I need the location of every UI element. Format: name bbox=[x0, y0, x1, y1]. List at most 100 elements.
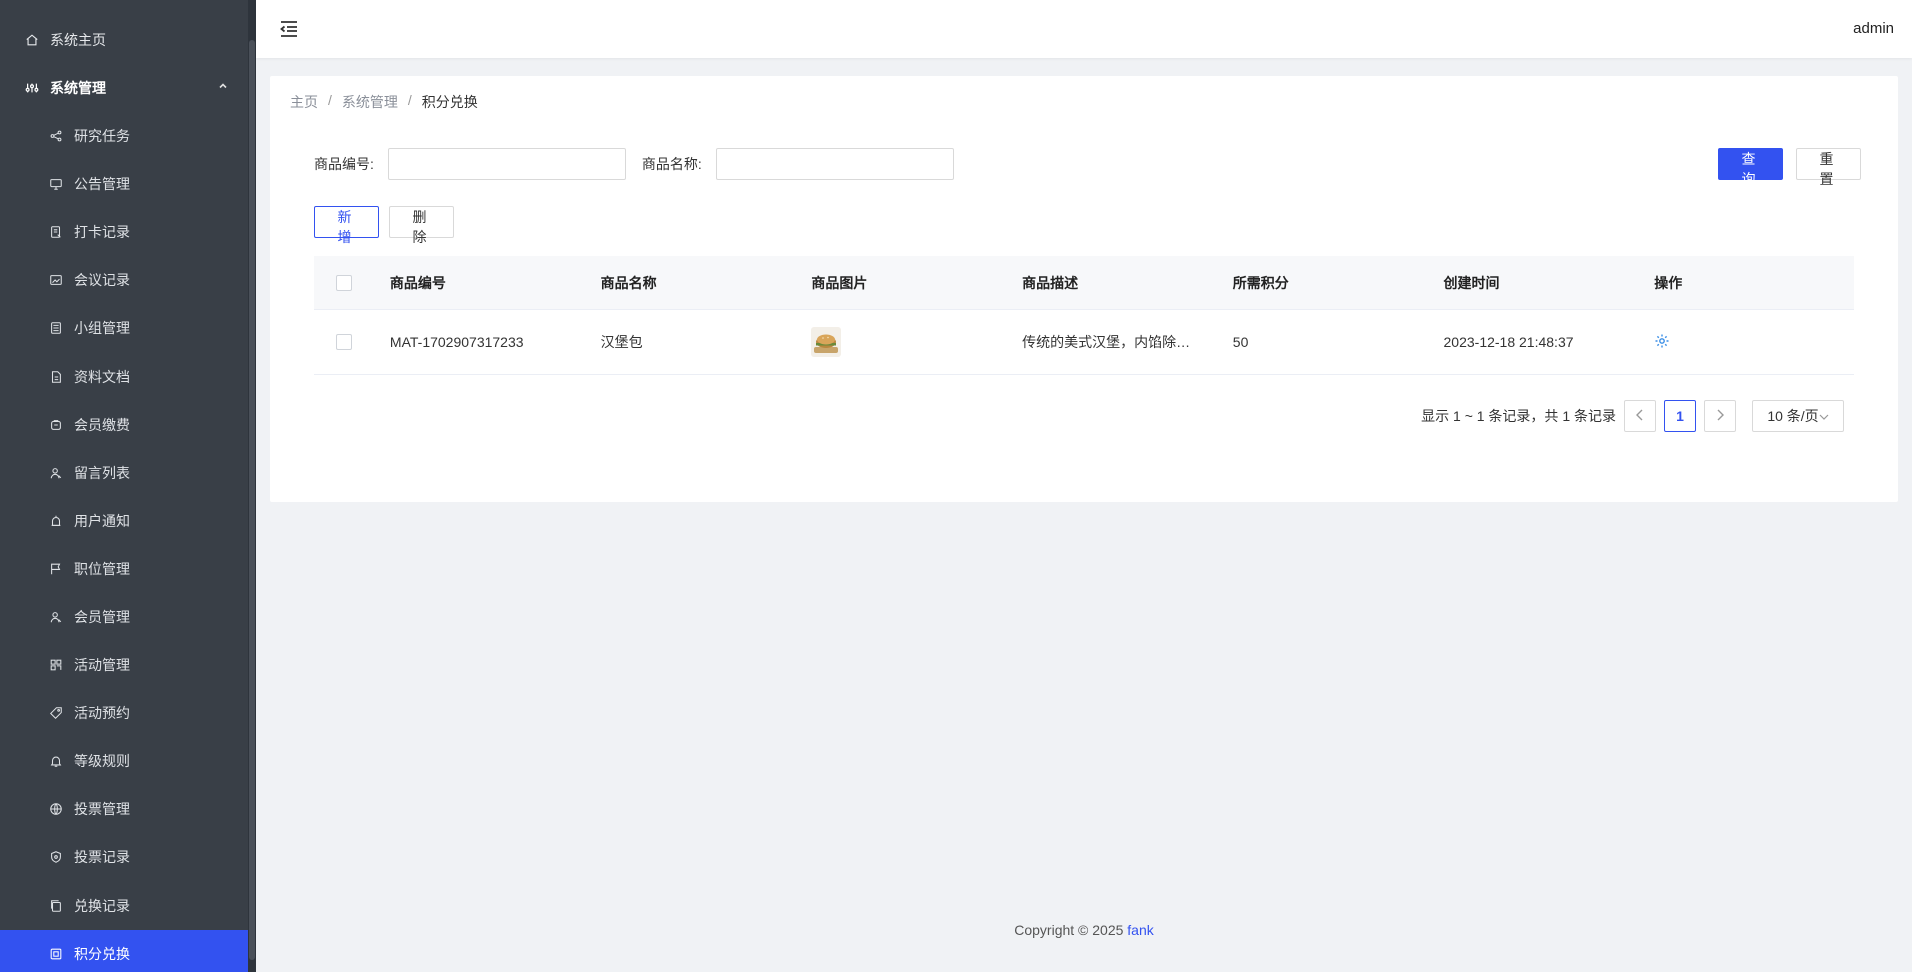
product-thumbnail[interactable] bbox=[811, 327, 842, 357]
name-input[interactable] bbox=[715, 148, 954, 180]
reset-button[interactable]: 重置 bbox=[1796, 148, 1861, 187]
pagination: 显示 1 ~ 1 条记录，共 1 条记录 1 10 条/页 bbox=[1421, 400, 1844, 432]
add-button[interactable]: 新增 bbox=[314, 206, 379, 245]
sidebar-item-label: 活动预约 bbox=[74, 705, 130, 722]
sidebar-item-label: 积分兑换 bbox=[74, 945, 130, 962]
scrollbar-thumb[interactable] bbox=[249, 40, 255, 960]
name-label: 商品名称: bbox=[641, 156, 702, 172]
sidebar: 系统主页 系统管理 研究任务公告管理打卡记录会议记录小组管理 资料文档 会员缴费留言… bbox=[0, 0, 256, 972]
footer: Copyright © 2025 fank bbox=[256, 922, 1912, 938]
user-menu[interactable]: admin bbox=[1853, 20, 1894, 37]
column-header: 商品图片 bbox=[811, 274, 868, 291]
row-checkbox[interactable] bbox=[336, 334, 352, 350]
sidebar-item-10[interactable]: 职位管理 bbox=[0, 545, 248, 593]
page-size-select[interactable]: 10 条/页 bbox=[1752, 400, 1844, 432]
sidebar-item-3[interactable]: 打卡记录 bbox=[0, 208, 248, 256]
cell-code: MAT-1702907317233 bbox=[389, 334, 524, 350]
shield-icon bbox=[48, 849, 64, 865]
sidebar-item-label: 投票管理 bbox=[74, 801, 130, 818]
cell-name: 汉堡包 bbox=[600, 334, 643, 350]
breadcrumb: 主页 / 系统管理 / 积分兑换 bbox=[290, 92, 478, 112]
sidebar-item-label: 职位管理 bbox=[74, 560, 130, 577]
cell-created: 2023-12-18 21:48:37 bbox=[1443, 334, 1574, 350]
grid-icon bbox=[48, 657, 64, 673]
copy-icon bbox=[48, 898, 64, 914]
gear-icon[interactable] bbox=[1654, 334, 1670, 352]
sidebar-item-label: 活动管理 bbox=[74, 657, 130, 674]
sidebar-item-11[interactable]: 会员管理 bbox=[0, 593, 248, 641]
breadcrumb-home[interactable]: 主页 bbox=[290, 92, 318, 112]
sidebar-item-6[interactable]: 资料文档 bbox=[0, 352, 248, 400]
wallet-icon bbox=[48, 417, 64, 433]
search-form: 商品编号: 商品名称: bbox=[314, 148, 954, 180]
sidebar-item-18[interactable]: 积分兑换 bbox=[0, 929, 248, 972]
sidebar-scrollbar[interactable] bbox=[248, 0, 256, 972]
user-icon bbox=[48, 609, 64, 625]
sidebar-item-label: 打卡记录 bbox=[74, 224, 130, 241]
sidebar-item-15[interactable]: 投票管理 bbox=[0, 785, 248, 833]
sidebar-item-4[interactable]: 会议记录 bbox=[0, 256, 248, 304]
content-card: 主页 / 系统管理 / 积分兑换 商品编号: 商品名称: 查询 重置 新增 删除… bbox=[270, 76, 1898, 502]
tag-icon bbox=[48, 705, 64, 721]
sidebar-item-13[interactable]: 活动预约 bbox=[0, 689, 248, 737]
sidebar-item-12[interactable]: 活动管理 bbox=[0, 641, 248, 689]
page-size-value: 10 条/页 bbox=[1767, 408, 1819, 424]
sidebar-item-label: 留言列表 bbox=[74, 464, 130, 481]
sidebar-item-17[interactable]: 兑换记录 bbox=[0, 882, 248, 930]
sidebar-item-16[interactable]: 投票记录 bbox=[0, 833, 248, 881]
list-icon bbox=[48, 320, 64, 336]
page-number[interactable]: 1 bbox=[1664, 400, 1696, 432]
chevron-down-icon bbox=[1819, 408, 1829, 424]
document-icon bbox=[48, 369, 64, 385]
sidebar-item-1[interactable]: 研究任务 bbox=[0, 112, 248, 160]
sidebar-group-label: 系统管理 bbox=[50, 80, 106, 96]
column-header: 商品名称 bbox=[600, 274, 657, 291]
sidebar-item-label: 系统主页 bbox=[50, 32, 106, 48]
delete-button[interactable]: 删除 bbox=[389, 206, 454, 245]
cell-description: 传统的美式汉堡，内馅除… bbox=[1022, 334, 1191, 350]
sidebar-item-label: 投票记录 bbox=[74, 849, 130, 866]
sidebar-item-5[interactable]: 小组管理 bbox=[0, 304, 248, 352]
sidebar-item-14[interactable]: 等级规则 bbox=[0, 737, 248, 785]
sidebar-item-2[interactable]: 公告管理 bbox=[0, 160, 248, 208]
column-header: 商品编号 bbox=[389, 274, 446, 291]
top-header: admin bbox=[256, 0, 1912, 58]
picture-icon bbox=[48, 272, 64, 288]
breadcrumb-separator: / bbox=[328, 92, 332, 108]
sidebar-group-system[interactable]: 系统管理 bbox=[0, 68, 248, 108]
table-header: 商品编号 商品名称 商品图片 商品描述 所需积分 创建时间 操作 bbox=[314, 256, 1854, 310]
sidebar-item-label: 公告管理 bbox=[74, 176, 130, 193]
column-header: 创建时间 bbox=[1443, 274, 1500, 291]
code-input[interactable] bbox=[387, 148, 626, 180]
copyright-text: Copyright © 2025 bbox=[1014, 922, 1124, 938]
query-button[interactable]: 查询 bbox=[1718, 148, 1783, 187]
flag-icon bbox=[48, 561, 64, 577]
column-header: 操作 bbox=[1654, 274, 1683, 291]
settings-sliders-icon bbox=[24, 80, 40, 96]
home-icon bbox=[24, 32, 40, 48]
footer-brand-link[interactable]: fank bbox=[1127, 922, 1153, 938]
sidebar-item-7[interactable]: 会员缴费 bbox=[0, 401, 248, 449]
sidebar-item-8[interactable]: 留言列表 bbox=[0, 449, 248, 497]
sidebar-menu: 系统主页 系统管理 研究任务公告管理打卡记录会议记录小组管理 资料文档 会员缴费留言… bbox=[0, 0, 248, 972]
sidebar-item-label: 兑换记录 bbox=[74, 897, 130, 914]
next-page-button[interactable] bbox=[1704, 400, 1736, 432]
column-header: 商品描述 bbox=[1022, 274, 1079, 291]
sidebar-item-label: 用户通知 bbox=[74, 512, 130, 529]
code-label: 商品编号: bbox=[314, 156, 374, 172]
bell-icon bbox=[48, 753, 64, 769]
column-header: 所需积分 bbox=[1232, 274, 1289, 291]
select-all-checkbox[interactable] bbox=[336, 274, 352, 291]
user-icon bbox=[48, 465, 64, 481]
sidebar-item-home[interactable]: 系统主页 bbox=[0, 20, 248, 60]
sidebar-item-label: 会议记录 bbox=[74, 272, 130, 289]
chevron-right-icon bbox=[1715, 408, 1725, 424]
prev-page-button[interactable] bbox=[1624, 400, 1656, 432]
breadcrumb-section[interactable]: 系统管理 bbox=[342, 92, 398, 112]
globe-icon bbox=[48, 801, 64, 817]
menu-fold-icon[interactable] bbox=[278, 18, 300, 40]
share-icon bbox=[48, 128, 64, 144]
data-table: 商品编号 商品名称 商品图片 商品描述 所需积分 创建时间 操作 MAT-170… bbox=[314, 256, 1854, 375]
sidebar-item-9[interactable]: 用户通知 bbox=[0, 497, 248, 545]
breadcrumb-current: 积分兑换 bbox=[421, 94, 478, 110]
